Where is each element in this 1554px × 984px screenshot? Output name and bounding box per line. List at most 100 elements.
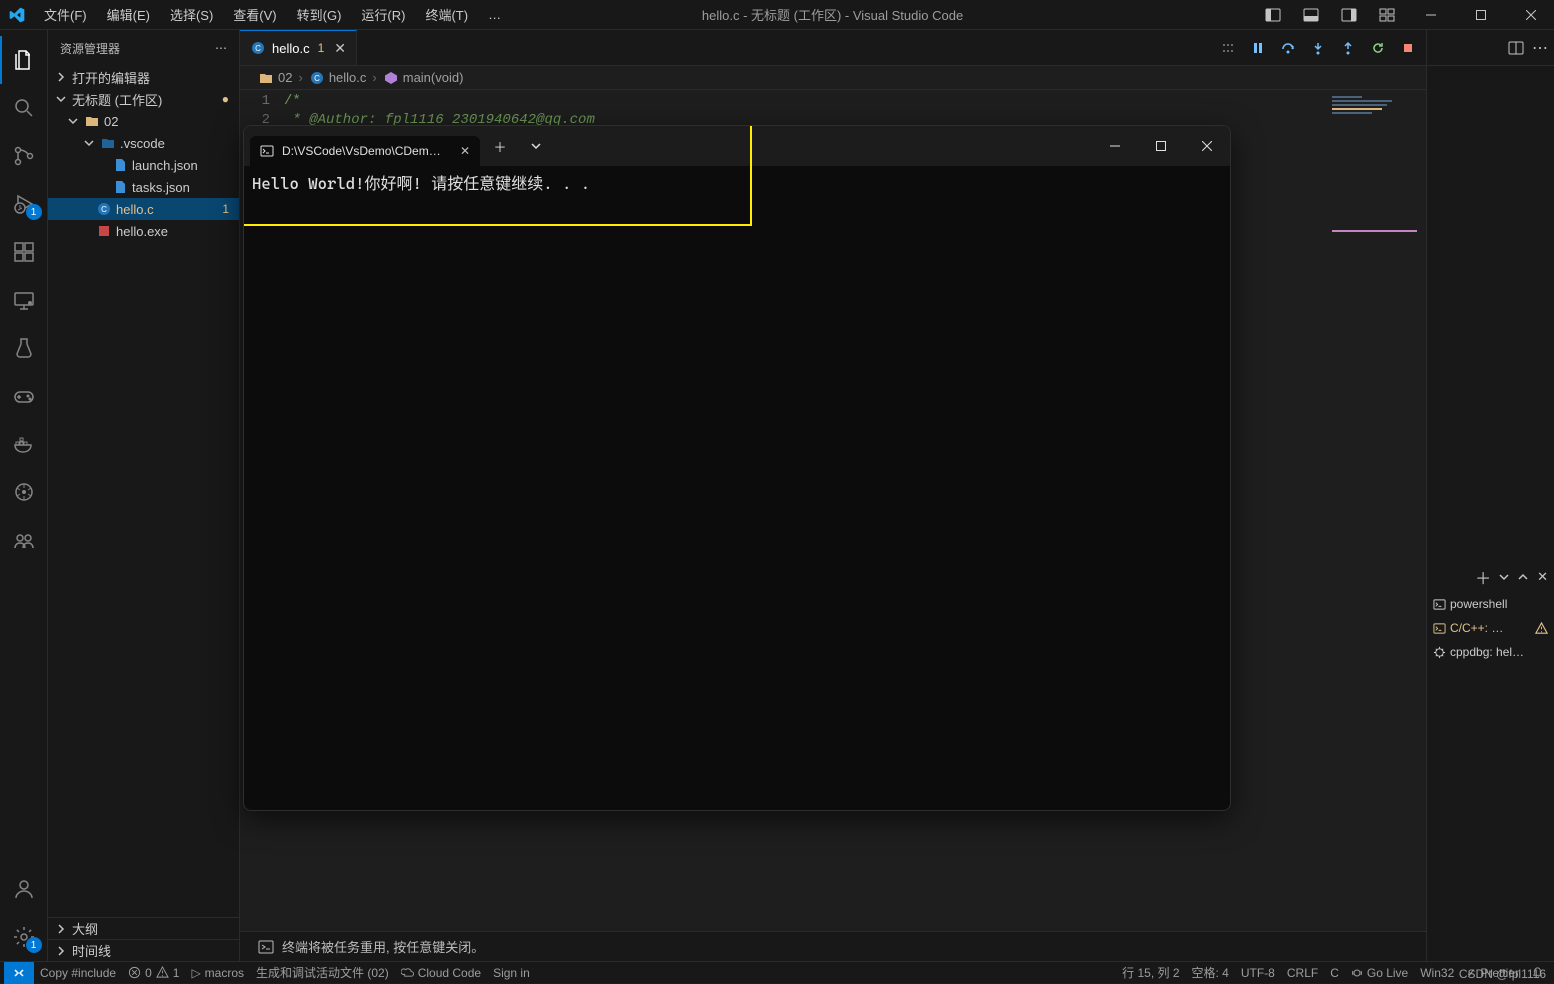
menu-edit[interactable]: 编辑(E): [99, 1, 158, 28]
menu-run[interactable]: 运行(R): [353, 1, 413, 28]
new-terminal-icon[interactable]: ＋: [1475, 565, 1491, 589]
section-open-editors[interactable]: 打开的编辑器: [48, 66, 239, 88]
panel-right: ⋯ ＋ ✕ powershell C/C++: …: [1426, 30, 1554, 961]
customize-layout-icon[interactable]: [1370, 0, 1404, 30]
sb-problems[interactable]: 0 1: [122, 962, 185, 984]
activity-docker[interactable]: [0, 420, 48, 468]
termwin-maximize[interactable]: [1138, 126, 1184, 166]
termwin-tab[interactable]: D:\VSCode\VsDemo\CDemo\C ✕: [250, 136, 480, 166]
tab-label: hello.c: [272, 41, 310, 56]
sb-eol[interactable]: CRLF: [1281, 962, 1324, 984]
activity-accounts[interactable]: [0, 865, 48, 913]
termwin-body[interactable]: Hello World!你好啊! 请按任意键继续. . .: [244, 166, 1230, 810]
c-file-icon: C: [309, 70, 325, 86]
termwin-new-tab-icon[interactable]: ＋: [484, 130, 516, 162]
more-actions-icon[interactable]: ⋯: [215, 41, 227, 55]
sb-sign-in[interactable]: Sign in: [487, 962, 536, 984]
tasks-json-label: tasks.json: [132, 180, 190, 195]
activity-kubernetes[interactable]: [0, 468, 48, 516]
terminal-cppdbg[interactable]: cppdbg: hel…: [1427, 640, 1554, 664]
activity-settings[interactable]: 1: [0, 913, 48, 961]
terminal-dropdown-icon[interactable]: [1499, 572, 1509, 582]
debug-step-over-icon[interactable]: [1278, 38, 1298, 58]
chevron-right-icon: [54, 944, 68, 958]
bc-folder[interactable]: 02: [278, 70, 292, 85]
file-tasks-json[interactable]: tasks.json: [48, 176, 239, 198]
tree-folder-02[interactable]: 02: [48, 110, 239, 132]
section-workspace[interactable]: 无标题 (工作区) ●: [48, 88, 239, 110]
sb-language[interactable]: C: [1324, 962, 1345, 984]
sb-copy-include[interactable]: Copy #include: [34, 962, 122, 984]
json-file-icon: [112, 179, 128, 195]
tree-folder-vscode[interactable]: .vscode: [48, 132, 239, 154]
activity-liveshare[interactable]: [0, 516, 48, 564]
debug-step-out-icon[interactable]: [1338, 38, 1358, 58]
external-terminal-window[interactable]: D:\VSCode\VsDemo\CDemo\C ✕ ＋ Hello World…: [243, 125, 1231, 811]
menu-selection[interactable]: 选择(S): [162, 1, 221, 28]
termwin-tabs: D:\VSCode\VsDemo\CDemo\C ✕ ＋: [244, 126, 1230, 166]
activity-source-control[interactable]: [0, 132, 48, 180]
window-maximize[interactable]: [1458, 0, 1504, 30]
file-hello-exe[interactable]: hello.exe: [48, 220, 239, 242]
debug-step-into-icon[interactable]: [1308, 38, 1328, 58]
sb-win32[interactable]: Win32: [1414, 962, 1460, 984]
sb-go-live[interactable]: Go Live: [1345, 962, 1414, 984]
breadcrumbs[interactable]: 02 › C hello.c › main(void): [240, 66, 1426, 90]
termwin-minimize[interactable]: [1092, 126, 1138, 166]
debug-restart-icon[interactable]: [1368, 38, 1388, 58]
window-close[interactable]: [1508, 0, 1554, 30]
activity-explorer[interactable]: [0, 36, 48, 84]
terminal-hint-bar: 终端将被任务重用, 按任意键关闭。: [240, 931, 1426, 961]
terminal-powershell[interactable]: powershell: [1427, 592, 1554, 616]
sb-task-build[interactable]: 生成和调试活动文件 (02): [250, 962, 395, 984]
section-outline[interactable]: 大纲: [48, 917, 239, 939]
menu-view[interactable]: 查看(V): [225, 1, 284, 28]
activitybar: 1 1: [0, 30, 48, 961]
remote-indicator[interactable]: [4, 962, 34, 984]
activity-game[interactable]: [0, 372, 48, 420]
menu-file[interactable]: 文件(F): [36, 1, 95, 28]
split-editor-icon[interactable]: [1508, 40, 1524, 56]
terminal-cpp-build[interactable]: C/C++: …: [1427, 616, 1554, 640]
menu-go[interactable]: 转到(G): [289, 1, 350, 28]
sb-encoding[interactable]: UTF-8: [1235, 962, 1281, 984]
editor-actions-right: ⋯: [1427, 30, 1554, 66]
timeline-label: 时间线: [72, 941, 111, 960]
activity-extensions[interactable]: [0, 228, 48, 276]
toggle-secondary-sidebar-icon[interactable]: [1332, 0, 1366, 30]
file-tree: 打开的编辑器 无标题 (工作区) ● 02: [48, 66, 239, 917]
close-panel-icon[interactable]: ✕: [1537, 569, 1548, 585]
bc-symbol[interactable]: main(void): [403, 70, 464, 85]
tab-hello-c[interactable]: C hello.c 1 ✕: [240, 30, 357, 65]
file-launch-json[interactable]: launch.json: [48, 154, 239, 176]
launch-json-label: launch.json: [132, 158, 198, 173]
file-hello-c[interactable]: C hello.c 1: [48, 198, 239, 220]
sb-indent[interactable]: 空格: 4: [1186, 962, 1235, 984]
termwin-close[interactable]: [1184, 126, 1230, 166]
exe-file-icon: [96, 223, 112, 239]
sb-cursor-position[interactable]: 行 15, 列 2: [1116, 962, 1185, 984]
sb-macros[interactable]: ▷ macros: [185, 962, 250, 984]
termwin-tab-dropdown-icon[interactable]: [520, 130, 552, 162]
tab-close-icon[interactable]: ✕: [334, 40, 346, 57]
sb-cloud-code[interactable]: Cloud Code: [395, 962, 487, 984]
section-timeline[interactable]: 时间线: [48, 939, 239, 961]
bc-file[interactable]: hello.c: [329, 70, 367, 85]
toggle-primary-sidebar-icon[interactable]: [1256, 0, 1290, 30]
activity-search[interactable]: [0, 84, 48, 132]
chevron-right-icon: ›: [372, 70, 376, 85]
maximize-panel-icon[interactable]: [1517, 571, 1529, 583]
activity-testing[interactable]: [0, 324, 48, 372]
termwin-tab-close-icon[interactable]: ✕: [460, 144, 470, 158]
activity-remote-explorer[interactable]: [0, 276, 48, 324]
toggle-panel-icon[interactable]: [1294, 0, 1328, 30]
grip-icon[interactable]: [1218, 38, 1238, 58]
window-minimize[interactable]: [1408, 0, 1454, 30]
more-actions-icon[interactable]: ⋯: [1532, 38, 1548, 58]
debug-pause-icon[interactable]: [1248, 38, 1268, 58]
activity-run-debug[interactable]: 1: [0, 180, 48, 228]
debug-stop-icon[interactable]: [1398, 38, 1418, 58]
c-file-icon: C: [250, 40, 266, 56]
terminal-list: powershell C/C++: … cppdbg: hel…: [1427, 588, 1554, 664]
chevron-right-icon: ›: [298, 70, 302, 85]
